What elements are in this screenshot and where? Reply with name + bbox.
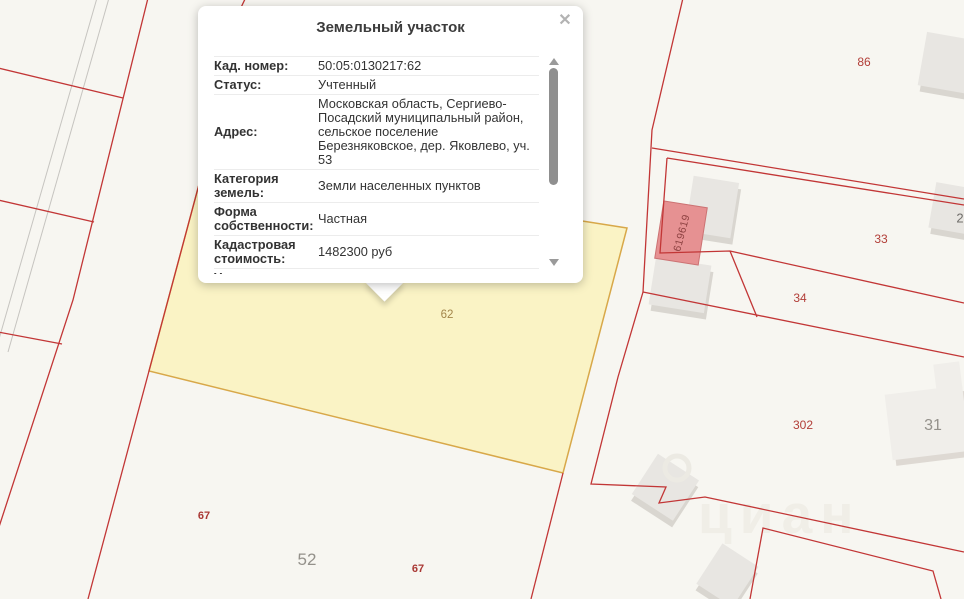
utility-lines: [0, 0, 109, 353]
popup-content: Кад. номер: 50:05:0130217:62 Статус: Учт…: [214, 56, 539, 274]
field-label: Кадастровая стоимость:: [214, 237, 296, 266]
field-label: Адрес:: [214, 124, 258, 139]
close-icon[interactable]: ✕: [556, 12, 574, 30]
info-row-ownership: Форма собственности: Частная: [214, 202, 539, 235]
field-value: 1482300 руб: [318, 244, 393, 259]
info-row-area: Уточненная площадь: 3000 кв.м: [214, 268, 539, 274]
field-label: Статус:: [214, 77, 262, 92]
info-row-cadastral-value: Кадастровая стоимость: 1482300 руб: [214, 235, 539, 268]
field-value: 50:05:0130217:62: [318, 58, 422, 73]
info-row-address: Адрес: Московская область, Сергиево-Поса…: [214, 94, 539, 169]
cadastral-map-viewport[interactable]: циан 86 33 34 302 31 67 52 67 62 2 61961…: [0, 0, 964, 599]
popup-title: Земельный участок: [316, 19, 465, 36]
field-value: Земли населенных пунктов: [318, 178, 481, 193]
field-value: Учтенный: [318, 77, 377, 92]
popup-scrollbar[interactable]: [549, 56, 559, 269]
field-value: Частная: [318, 211, 368, 226]
info-row-status: Статус: Учтенный: [214, 75, 539, 94]
field-value: Московская область, Сергиево-Посадский м…: [318, 96, 530, 167]
info-row-cadastral-number: Кад. номер: 50:05:0130217:62: [214, 56, 539, 75]
parcel-info-popup: ✕ Земельный участок Кад. номер: 50:05:01…: [198, 6, 583, 283]
field-label: Категория земель:: [214, 171, 279, 200]
svg-text:циан: циан: [698, 483, 861, 545]
info-row-land-category: Категория земель: Земли населенных пункт…: [214, 169, 539, 202]
field-label: Кад. номер:: [214, 58, 289, 73]
scroll-up-icon[interactable]: [549, 58, 559, 65]
field-label: Форма собственности:: [214, 204, 314, 233]
field-label: Уточненная площадь:: [214, 271, 318, 275]
scroll-down-icon[interactable]: [549, 259, 559, 266]
watermark: циан: [662, 453, 861, 545]
scrollbar-thumb[interactable]: [549, 68, 558, 185]
